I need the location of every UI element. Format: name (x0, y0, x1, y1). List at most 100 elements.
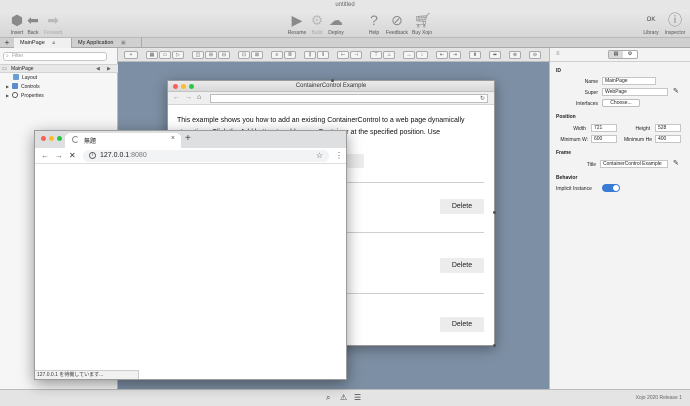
close-window-icon[interactable] (41, 136, 46, 141)
tool-8[interactable]: ⊠ (251, 51, 263, 59)
tool-5[interactable]: ⊞ (205, 51, 217, 59)
bookmark-star-icon[interactable]: ☆ (316, 151, 323, 160)
disclosure-triangle-icon[interactable]: ▶ (6, 92, 12, 100)
tool-18[interactable]: ↕ (416, 51, 428, 59)
tool-13[interactable]: ⊢ (337, 51, 349, 59)
filter-input[interactable]: ⌕ Filter (3, 52, 107, 61)
tool-12[interactable]: ⫴ (317, 51, 329, 59)
forward-arrow-icon[interactable]: → (55, 151, 63, 160)
close-window-icon[interactable] (173, 84, 178, 89)
nav-forward-icon[interactable]: ▶ (107, 66, 111, 72)
nav-back-icon[interactable]: ◀ (96, 66, 100, 72)
tool-22[interactable]: ⬌ (489, 51, 501, 59)
filter-placeholder: Filter (12, 53, 24, 59)
navigator-item-controls[interactable]: ▶ Controls (6, 83, 40, 91)
resize-handle[interactable] (331, 79, 334, 82)
search-icon[interactable]: ⌕ (326, 393, 330, 403)
address-bar[interactable]: i 127.0.0.1:8080 ☆ (83, 150, 329, 162)
tool-9[interactable]: ≡ (271, 51, 283, 59)
tool-23[interactable]: ⊕ (509, 51, 521, 59)
cc-url-field[interactable]: ↻ (210, 94, 488, 103)
reload-icon[interactable]: ↻ (480, 95, 485, 102)
close-tab-icon[interactable]: × (171, 135, 175, 142)
deploy-button[interactable]: ☁ Deploy (321, 12, 351, 36)
minimum-height-field[interactable]: 400 (655, 135, 681, 143)
forward-arrow-icon[interactable]: → (185, 94, 192, 101)
tool-10[interactable]: ≣ (284, 51, 296, 59)
name-field[interactable]: MainPage (602, 77, 656, 85)
new-tab-icon[interactable]: + (185, 133, 191, 144)
navigator-root-label: MainPage (11, 66, 34, 72)
section-id: ID (556, 68, 561, 74)
tool-7[interactable]: ⊡ (238, 51, 250, 59)
title-field[interactable]: ContainerControl Example (600, 160, 668, 168)
tool-2[interactable]: ▭ (159, 51, 171, 59)
chrome-browser-window: 無題 × + ← → ✕ i 127.0.0.1:8080 ☆ ⋮ 127.0.… (34, 130, 347, 380)
home-icon[interactable]: ⌂ (197, 94, 201, 101)
tool-14[interactable]: ⊣ (350, 51, 362, 59)
help-label: Help (368, 30, 380, 36)
inspector-tab-switch[interactable]: ▤ ⚙ (608, 50, 638, 59)
tab-mainpage-label: MainPage (20, 40, 45, 46)
zoom-window-icon[interactable] (57, 136, 62, 141)
pencil-icon[interactable]: ✎ (673, 87, 679, 95)
buy-xojo-button[interactable]: 🛒︎ Buy Xojo (407, 12, 437, 36)
delete-button-2[interactable]: Delete (440, 258, 484, 273)
library-icon: OK (646, 17, 656, 23)
super-label: Super (584, 90, 598, 96)
warning-icon[interactable]: ⚠ (340, 393, 347, 402)
zoom-window-icon[interactable] (189, 84, 194, 89)
delete-button-3[interactable]: Delete (440, 317, 484, 332)
tool-11[interactable]: ⫼ (304, 51, 316, 59)
tool-15[interactable]: ⊤ (370, 51, 382, 59)
tool-19[interactable]: ⇤ (436, 51, 448, 59)
navigator-root-row[interactable]: ▭ MainPage ◀ ▶ (0, 64, 118, 73)
ide-tab-bar: + MainPage 🔒︎ My Application ▣ (0, 38, 690, 48)
back-arrow-icon[interactable]: ← (173, 94, 180, 101)
tool-1[interactable]: ▦ (146, 51, 158, 59)
gear-icon[interactable]: ⚙ (623, 51, 637, 58)
rss-icon[interactable]: ☰ (354, 393, 361, 402)
forward-button[interactable]: ➡ Forward (38, 12, 68, 36)
tool-6[interactable]: ⊟ (218, 51, 230, 59)
forward-label: Forward (43, 30, 63, 36)
implicit-instance-toggle[interactable] (602, 184, 620, 192)
cc-nav-bar: ← → ⌂ ↻ (168, 92, 494, 105)
stop-loading-icon[interactable]: ✕ (69, 151, 76, 160)
pencil-icon[interactable]: ✎ (673, 159, 679, 167)
back-arrow-icon[interactable]: ← (41, 151, 49, 160)
inspector-button[interactable]: ⓘ Inspector (660, 12, 690, 36)
choose-interfaces-button[interactable]: Choose... (602, 99, 640, 107)
cart-icon: 🛒︎ (414, 12, 432, 28)
url-host: 127.0.0.1 (100, 152, 130, 159)
super-field[interactable]: WebPage (602, 88, 668, 96)
section-behavior: Behavior (556, 175, 578, 181)
tab-mainpage[interactable]: MainPage 🔒︎ (14, 38, 72, 48)
navigator-item-layout[interactable]: Layout (13, 74, 37, 82)
navigator-item-properties[interactable]: ▶ Properties (6, 92, 44, 100)
forward-arrow-icon: ➡ (47, 12, 59, 28)
width-field[interactable]: 721 (591, 124, 617, 132)
site-info-icon[interactable]: i (89, 152, 96, 159)
ide-window-title: untitled (335, 2, 355, 8)
tool-3[interactable]: ▷ (172, 51, 184, 59)
resize-handle[interactable] (493, 344, 496, 347)
height-field[interactable]: 528 (655, 124, 681, 132)
tool-4[interactable]: ◫ (192, 51, 204, 59)
minimize-window-icon[interactable] (181, 84, 186, 89)
minimize-window-icon[interactable] (49, 136, 54, 141)
resize-handle[interactable] (493, 211, 496, 214)
chrome-tab[interactable]: 無題 × (65, 133, 181, 148)
tool-17[interactable]: ↔ (403, 51, 415, 59)
minimum-width-field[interactable]: 600 (591, 135, 617, 143)
tool-24[interactable]: ⊖ (529, 51, 541, 59)
tool-16[interactable]: ⊥ (383, 51, 395, 59)
tool-21[interactable]: ⬍ (469, 51, 481, 59)
tool-20[interactable]: ⇥ (449, 51, 461, 59)
add-tab-button[interactable]: + (2, 39, 12, 47)
delete-button-1[interactable]: Delete (440, 199, 484, 214)
properties-tab-icon[interactable]: ▤ (609, 51, 623, 58)
tab-my-application[interactable]: My Application ▣ (72, 38, 142, 48)
chrome-menu-icon[interactable]: ⋮ (335, 151, 343, 160)
add-control-tool[interactable]: + (124, 51, 138, 59)
